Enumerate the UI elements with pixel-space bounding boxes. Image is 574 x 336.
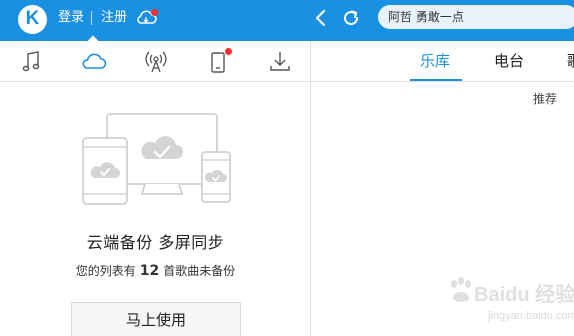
mobile-notification-dot <box>225 48 232 55</box>
subtitle-prefix: 您的列表有 <box>75 264 136 278</box>
watermark-url: jingyan.baidu.com <box>488 310 574 322</box>
recommend-link[interactable]: 推荐 <box>533 91 557 107</box>
cloud-backup-title: 云端备份 多屏同步 <box>86 233 225 252</box>
unbacked-count: 12 <box>139 263 160 279</box>
paw-icon <box>451 277 471 302</box>
search-input[interactable]: 阿哲 勇敢一点 <box>378 5 574 29</box>
refresh-icon[interactable] <box>341 8 361 28</box>
login-link[interactable]: 登录 <box>58 9 84 27</box>
tab-songlist[interactable]: 歌 <box>567 51 574 71</box>
login-register-divider <box>91 11 92 25</box>
tab-radio[interactable]: 电台 <box>494 51 524 71</box>
notification-dot <box>151 9 158 16</box>
radio-broadcast-icon[interactable] <box>142 49 170 75</box>
search-query: 阿哲 勇敢一点 <box>388 10 464 24</box>
music-note-icon[interactable] <box>18 49 46 75</box>
back-arrow-icon[interactable] <box>314 9 328 27</box>
register-link[interactable]: 注册 <box>101 9 127 27</box>
multi-device-illustration <box>82 113 231 205</box>
panel-divider <box>310 41 311 336</box>
active-tab-caret <box>87 35 99 42</box>
tab-library[interactable]: 乐库 <box>420 51 450 71</box>
right-tab-divider <box>311 81 574 82</box>
app-logo[interactable]: K <box>18 5 47 34</box>
cloud-icon[interactable] <box>80 49 108 75</box>
subtitle-suffix: 首歌曲未备份 <box>163 264 236 278</box>
use-now-button[interactable]: 马上使用 <box>71 302 241 336</box>
baidu-watermark: Baidu 经验 jingyan.baidu.com <box>444 270 574 336</box>
watermark-text: Baidu 经验 <box>474 284 574 306</box>
logo-letter: K <box>25 8 40 29</box>
left-tab-bar <box>0 41 311 82</box>
download-icon[interactable] <box>266 49 294 75</box>
cloud-backup-subtitle: 您的列表有 12 首歌曲未备份 <box>0 262 311 280</box>
